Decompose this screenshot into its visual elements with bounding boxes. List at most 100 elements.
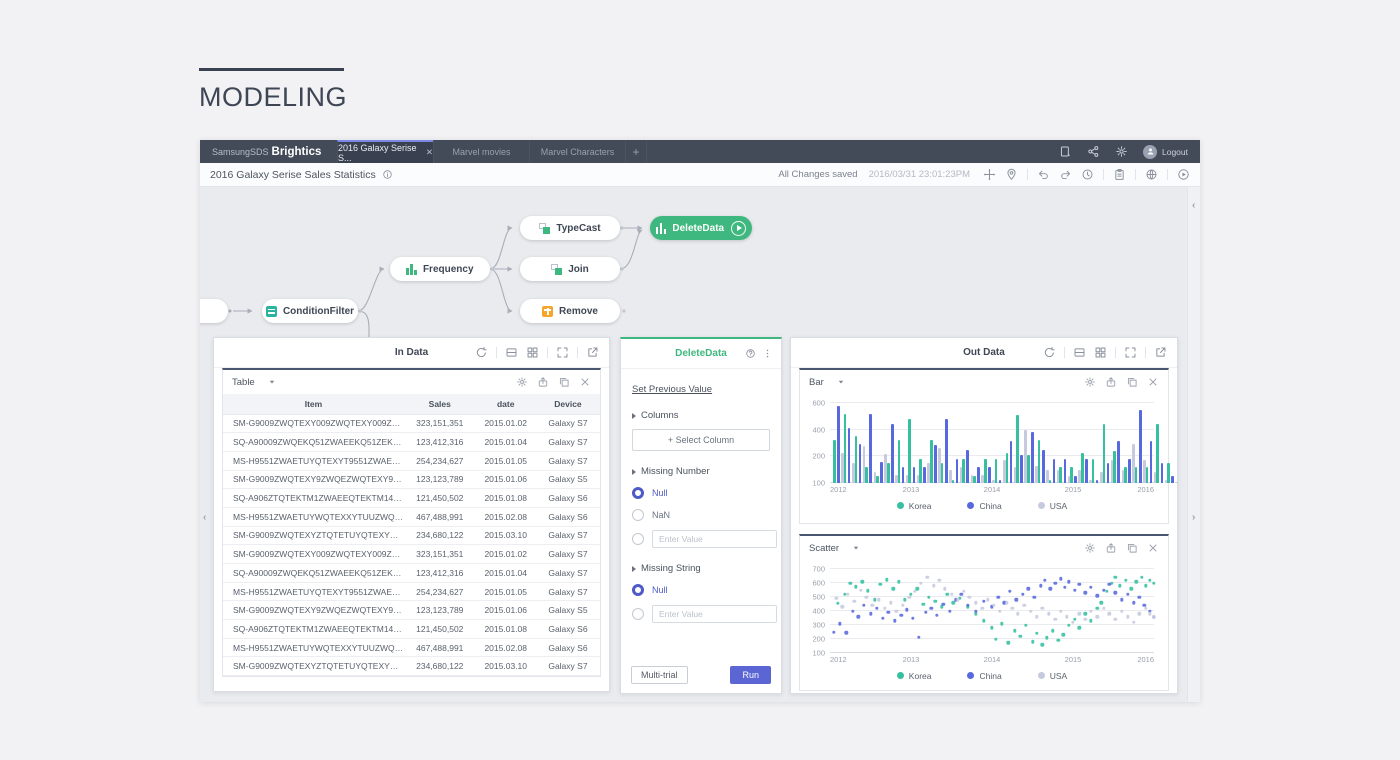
- split-view-icon[interactable]: [505, 346, 518, 359]
- help-icon[interactable]: [745, 348, 756, 359]
- info-icon[interactable]: [382, 169, 393, 180]
- missing-string-value-option[interactable]: [632, 605, 777, 623]
- copy-icon[interactable]: [558, 376, 570, 388]
- refresh-icon[interactable]: [475, 346, 488, 359]
- radio-unselected[interactable]: [632, 608, 644, 620]
- missing-number-nan-option[interactable]: NaN: [632, 508, 770, 521]
- table-row[interactable]: MS-H9551ZWAETUYQTEXYT9551ZWAETU-H9551...…: [223, 451, 600, 471]
- table-row[interactable]: SM-G9009ZWQTEXYZTQTETUYQTEXYQTESM-G9...2…: [223, 526, 600, 546]
- chevron-left-icon[interactable]: ‹: [1192, 201, 1195, 211]
- select-column-button[interactable]: + Select Column: [632, 429, 770, 451]
- bar-view-selector[interactable]: Bar: [809, 377, 845, 388]
- flow-canvas[interactable]: ConditionFilter Frequency TypeCast Join …: [200, 187, 1200, 702]
- flow-node-typecast[interactable]: TypeCast: [520, 216, 620, 240]
- radio-unselected[interactable]: [632, 533, 644, 545]
- flow-node-conditionfilter[interactable]: ConditionFilter: [262, 299, 358, 323]
- missing-number-value-option[interactable]: [632, 530, 777, 548]
- table-row[interactable]: SM-G9009ZWQTEXY9ZWQEZWQTEXY9TQSM-G9...12…: [223, 600, 600, 621]
- history-icon[interactable]: [1081, 168, 1094, 181]
- run-button[interactable]: Run: [730, 666, 771, 684]
- table-row[interactable]: SM-G9009ZWQTEXY009ZWQTEXY009ZWQSM-G9...3…: [223, 414, 600, 434]
- expand-icon[interactable]: [1124, 346, 1137, 359]
- undo-icon[interactable]: [1037, 168, 1050, 181]
- globe-icon[interactable]: [1145, 168, 1158, 181]
- table-row[interactable]: MS-H9551ZWAETUYWQTEXXYTUUZWQTTMS-H9...46…: [223, 507, 600, 527]
- table-row[interactable]: SQ-A906ZTQTEKTM1ZWAEEQTEKTM144AA906ZT...…: [223, 619, 600, 639]
- share-nodes-icon[interactable]: [1087, 145, 1100, 158]
- export-icon[interactable]: [1105, 542, 1117, 554]
- gear-icon[interactable]: [1084, 542, 1096, 554]
- multi-trial-button[interactable]: Multi-trial: [631, 666, 688, 684]
- bar-chart-card: Bar 100 200 400 600 2012 2013 2014 2015 2016 Kore…: [799, 368, 1178, 524]
- split-view-icon[interactable]: [1073, 346, 1086, 359]
- document-edit-icon[interactable]: [1059, 145, 1072, 158]
- join-icon: [551, 263, 563, 275]
- person-icon: [1146, 147, 1155, 156]
- scatter-view-selector[interactable]: Scatter: [809, 543, 860, 554]
- gear-icon[interactable]: [1115, 145, 1128, 158]
- table-row[interactable]: SQ-A90009ZWQEKQ51ZWAEEKQ51ZEKQ51SQ-A9...…: [223, 563, 600, 583]
- grid-view-icon[interactable]: [1094, 346, 1107, 359]
- grid-view-icon[interactable]: [526, 346, 539, 359]
- radio-selected[interactable]: [632, 486, 644, 499]
- kebab-menu-icon[interactable]: [762, 348, 773, 359]
- pin-icon[interactable]: [1005, 168, 1018, 181]
- new-tab-button[interactable]: +: [625, 140, 647, 163]
- table-row[interactable]: SM-G9009ZWQTEXY009ZWQTEXY009ZWQSM-G9...3…: [223, 544, 600, 564]
- open-new-window-icon[interactable]: [1154, 346, 1167, 359]
- columns-section-label[interactable]: Columns: [632, 410, 770, 421]
- missing-string-null-option[interactable]: Null: [632, 583, 770, 596]
- chevron-right-icon[interactable]: ›: [1192, 513, 1195, 523]
- gear-icon[interactable]: [1084, 376, 1096, 388]
- flow-node-join[interactable]: Join: [520, 257, 620, 281]
- tab-marvel-characters[interactable]: Marvel Characters: [529, 140, 625, 163]
- flow-node-stub[interactable]: [200, 299, 228, 323]
- export-icon[interactable]: [537, 376, 549, 388]
- flow-node-deletedata[interactable]: DeleteData: [650, 216, 752, 240]
- missing-number-null-option[interactable]: Null: [632, 486, 770, 499]
- legend-item: China: [967, 671, 1002, 681]
- clipboard-icon[interactable]: [1113, 168, 1126, 181]
- logout-button[interactable]: Logout: [1143, 144, 1188, 159]
- missing-number-value-input[interactable]: [652, 530, 777, 548]
- table-row[interactable]: MS-H9551ZWAETUYQTEXYT9551ZWAETUMS-H95...…: [223, 582, 600, 602]
- missing-string-section-label[interactable]: Missing String: [632, 563, 770, 574]
- table-row[interactable]: SM-G9009ZWQTEXYZTQTETUYQTEXYQTEWQTE...23…: [223, 656, 600, 677]
- view-selector[interactable]: Table: [232, 377, 276, 388]
- tab-marvel-movies[interactable]: Marvel movies: [433, 140, 529, 163]
- chart-legend: Korea China USA: [810, 498, 1154, 513]
- redo-icon[interactable]: [1059, 168, 1072, 181]
- open-new-window-icon[interactable]: [586, 346, 599, 359]
- legend-item: Korea: [896, 501, 931, 511]
- close-icon[interactable]: [579, 376, 591, 388]
- table-row[interactable]: SM-G9009ZWQTEXY9ZWQEZWQTEXY9TQ-G9009...1…: [223, 470, 600, 490]
- legend-item: USA: [1037, 501, 1067, 511]
- run-all-icon[interactable]: [1177, 168, 1190, 181]
- tab-galaxy-sales[interactable]: 2016 Galaxy Serise S... ✕: [337, 140, 433, 163]
- radio-selected[interactable]: [632, 583, 644, 596]
- save-timestamp: 2016/03/31 23:01:23PM: [868, 169, 970, 180]
- move-icon[interactable]: [983, 168, 996, 181]
- close-icon[interactable]: [1147, 376, 1159, 388]
- missing-string-value-input[interactable]: [652, 605, 777, 623]
- table-row[interactable]: SQ-A906ZTQTEKTM1ZWAEEQTEKTM144A906ZTQ...…: [223, 488, 600, 508]
- legend-item: Korea: [896, 671, 931, 681]
- flow-node-frequency[interactable]: Frequency: [390, 257, 490, 281]
- table-row[interactable]: MS-H9551ZWAETUYWQTEXXYTUUZWQTTA906ZT...4…: [223, 638, 600, 658]
- missing-number-section-label[interactable]: Missing Number: [632, 466, 770, 477]
- gear-icon[interactable]: [516, 376, 528, 388]
- copy-icon[interactable]: [1126, 376, 1138, 388]
- export-icon[interactable]: [1105, 376, 1117, 388]
- set-previous-value-link[interactable]: Set Previous Value: [632, 384, 712, 395]
- expand-icon[interactable]: [556, 346, 569, 359]
- close-icon[interactable]: [1147, 542, 1159, 554]
- model-toolbar: 2016 Galaxy Serise Sales Statistics All …: [200, 163, 1200, 187]
- delete-data-body: Set Previous Value Columns + Select Colu…: [621, 369, 781, 631]
- table-row[interactable]: SQ-A90009ZWQEKQ51ZWAEEKQ51ZEKQ51SQ-A9...…: [223, 432, 600, 452]
- copy-icon[interactable]: [1126, 542, 1138, 554]
- node-run-icon[interactable]: [731, 220, 747, 236]
- refresh-icon[interactable]: [1043, 346, 1056, 359]
- radio-unselected[interactable]: [632, 508, 644, 521]
- tab-close-icon[interactable]: ✕: [426, 147, 433, 158]
- flow-node-remove[interactable]: Remove: [520, 299, 620, 323]
